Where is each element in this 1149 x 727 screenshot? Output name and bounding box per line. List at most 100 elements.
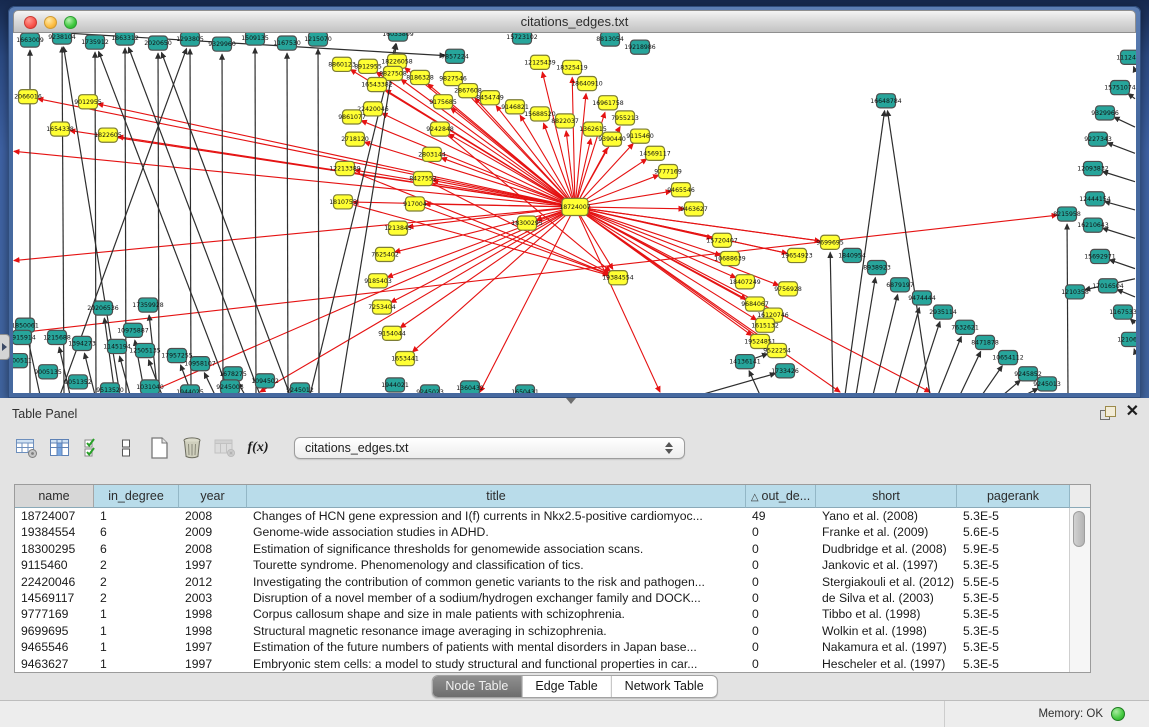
table-cell-out_degree[interactable]: 0 (746, 656, 816, 672)
table-cell-short[interactable]: Jankovic et al. (1997) (816, 557, 957, 573)
table-cell-title[interactable]: Corpus callosum shape and size in male p… (247, 606, 746, 622)
table-row[interactable]: 1830029562008Estimation of significance … (15, 541, 1070, 557)
table-cell-pagerank[interactable]: 5.3E-5 (957, 656, 1070, 672)
table-cell-pagerank[interactable]: 5.3E-5 (957, 557, 1070, 573)
table-row[interactable]: 1938455462009Genome-wide association stu… (15, 524, 1070, 540)
table-cell-in_degree[interactable]: 2 (94, 590, 179, 606)
table-cell-short[interactable]: Nakamura et al. (1997) (816, 639, 957, 655)
table-cell-in_degree[interactable]: 6 (94, 541, 179, 557)
table-cell-name[interactable]: 9699695 (15, 623, 94, 639)
table-cell-in_degree[interactable]: 1 (94, 656, 179, 672)
table-row[interactable]: 2242004622012Investigating the contribut… (15, 574, 1070, 590)
table-cell-year[interactable]: 2012 (179, 574, 247, 590)
table-cell-title[interactable]: Changes of HCN gene expression and I(f) … (247, 508, 746, 524)
tab-node-table[interactable]: Node Table (432, 676, 521, 697)
table-cell-out_degree[interactable]: 0 (746, 606, 816, 622)
scrollbar-thumb[interactable] (1073, 511, 1085, 547)
table-cell-out_degree[interactable]: 0 (746, 557, 816, 573)
select-columns-icon[interactable] (80, 435, 106, 461)
table-row[interactable]: 946554611997Estimation of the future num… (15, 639, 1070, 655)
float-panel-icon[interactable] (1100, 406, 1115, 420)
table-cell-pagerank[interactable]: 5.3E-5 (957, 623, 1070, 639)
column-header-year[interactable]: year (179, 485, 247, 508)
table-cell-in_degree[interactable]: 1 (94, 508, 179, 524)
table-row[interactable]: 1456911722003Disruption of a novel membe… (15, 590, 1070, 606)
table-cell-short[interactable]: Stergiakouli et al. (2012) (816, 574, 957, 590)
table-row[interactable]: 1872400712008Changes of HCN gene express… (15, 508, 1070, 524)
table-cell-short[interactable]: Dudbridge et al. (2008) (816, 541, 957, 557)
table-cell-title[interactable]: Structural magnetic resonance image aver… (247, 623, 746, 639)
table-cell-title[interactable]: Embryonic stem cells: a model to study s… (247, 656, 746, 672)
table-cell-pagerank[interactable]: 5.3E-5 (957, 508, 1070, 524)
table-cell-out_degree[interactable]: 0 (746, 574, 816, 590)
table-row[interactable]: 977716911998Corpus callosum shape and si… (15, 606, 1070, 622)
table-cell-title[interactable]: Estimation of the future numbers of pati… (247, 639, 746, 655)
table-cell-short[interactable]: Tibbo et al. (1998) (816, 606, 957, 622)
table-row[interactable]: 946362711997Embryonic stem cells: a mode… (15, 656, 1070, 672)
table-cell-name[interactable]: 9115460 (15, 557, 94, 573)
table-cell-year[interactable]: 1998 (179, 623, 247, 639)
show-column-icon[interactable] (47, 435, 73, 461)
table-cell-title[interactable]: Estimation of significance thresholds fo… (247, 541, 746, 557)
import-table-icon[interactable] (212, 435, 238, 461)
memory-status-icon[interactable] (1111, 707, 1125, 721)
table-cell-in_degree[interactable]: 1 (94, 623, 179, 639)
table-cell-short[interactable]: Franke et al. (2009) (816, 524, 957, 540)
table-cell-short[interactable]: de Silva et al. (2003) (816, 590, 957, 606)
table-settings-icon[interactable] (14, 435, 40, 461)
table-cell-in_degree[interactable]: 6 (94, 524, 179, 540)
table-cell-pagerank[interactable]: 5.3E-5 (957, 590, 1070, 606)
table-selector-dropdown[interactable]: citations_edges.txt (294, 437, 685, 459)
table-cell-in_degree[interactable]: 1 (94, 639, 179, 655)
table-cell-out_degree[interactable]: 49 (746, 508, 816, 524)
table-cell-short[interactable]: Yano et al. (2008) (816, 508, 957, 524)
function-builder-icon[interactable]: f(x) (245, 435, 271, 461)
table-cell-name[interactable]: 19384554 (15, 524, 94, 540)
column-header-out-degree[interactable]: △out_de... (746, 485, 816, 508)
table-cell-year[interactable]: 2009 (179, 524, 247, 540)
table-cell-pagerank[interactable]: 5.6E-5 (957, 524, 1070, 540)
network-window-titlebar[interactable]: citations_edges.txt (13, 10, 1136, 33)
table-cell-title[interactable]: Disruption of a novel member of a sodium… (247, 590, 746, 606)
column-header-in-degree[interactable]: in_degree (94, 485, 179, 508)
table-cell-out_degree[interactable]: 0 (746, 639, 816, 655)
close-panel-icon[interactable]: ✕ (1126, 403, 1139, 421)
column-header-short[interactable]: short (816, 485, 957, 508)
network-canvas[interactable]: 1872400788601238912955182260589827508165… (13, 33, 1136, 393)
table-cell-year[interactable]: 1998 (179, 606, 247, 622)
table-cell-title[interactable]: Genome-wide association studies in ADHD. (247, 524, 746, 540)
tab-network-table[interactable]: Network Table (611, 676, 717, 697)
table-row[interactable]: 911546021997Tourette syndrome. Phenomeno… (15, 557, 1070, 573)
table-cell-out_degree[interactable]: 0 (746, 623, 816, 639)
table-cell-in_degree[interactable]: 2 (94, 574, 179, 590)
table-cell-year[interactable]: 1997 (179, 639, 247, 655)
table-cell-in_degree[interactable]: 2 (94, 557, 179, 573)
table-cell-name[interactable]: 9465546 (15, 639, 94, 655)
delete-icon[interactable] (179, 435, 205, 461)
table-cell-year[interactable]: 1997 (179, 656, 247, 672)
table-cell-name[interactable]: 14569117 (15, 590, 94, 606)
table-cell-pagerank[interactable]: 5.5E-5 (957, 574, 1070, 590)
table-cell-out_degree[interactable]: 0 (746, 524, 816, 540)
collapsed-panel-tab[interactable] (0, 334, 10, 360)
table-cell-year[interactable]: 2008 (179, 508, 247, 524)
table-vertical-scrollbar[interactable] (1069, 508, 1090, 672)
table-cell-short[interactable]: Hescheler et al. (1997) (816, 656, 957, 672)
new-document-icon[interactable] (146, 435, 172, 461)
table-cell-name[interactable]: 9463627 (15, 656, 94, 672)
table-cell-out_degree[interactable]: 0 (746, 590, 816, 606)
table-cell-title[interactable]: Tourette syndrome. Phenomenology and cla… (247, 557, 746, 573)
table-cell-year[interactable]: 1997 (179, 557, 247, 573)
table-cell-pagerank[interactable]: 5.3E-5 (957, 606, 1070, 622)
column-header-name[interactable]: name (15, 485, 94, 508)
network-graph[interactable]: 1872400788601238912955182260589827508165… (13, 33, 1136, 393)
table-row[interactable]: 969969511998Structural magnetic resonanc… (15, 623, 1070, 639)
table-cell-pagerank[interactable]: 5.9E-5 (957, 541, 1070, 557)
tab-edge-table[interactable]: Edge Table (521, 676, 610, 697)
table-cell-year[interactable]: 2003 (179, 590, 247, 606)
splitter-handle-icon[interactable] (566, 398, 576, 404)
table-cell-name[interactable]: 22420046 (15, 574, 94, 590)
table-cell-short[interactable]: Wolkin et al. (1998) (816, 623, 957, 639)
table-cell-title[interactable]: Investigating the contribution of common… (247, 574, 746, 590)
table-cell-name[interactable]: 18724007 (15, 508, 94, 524)
